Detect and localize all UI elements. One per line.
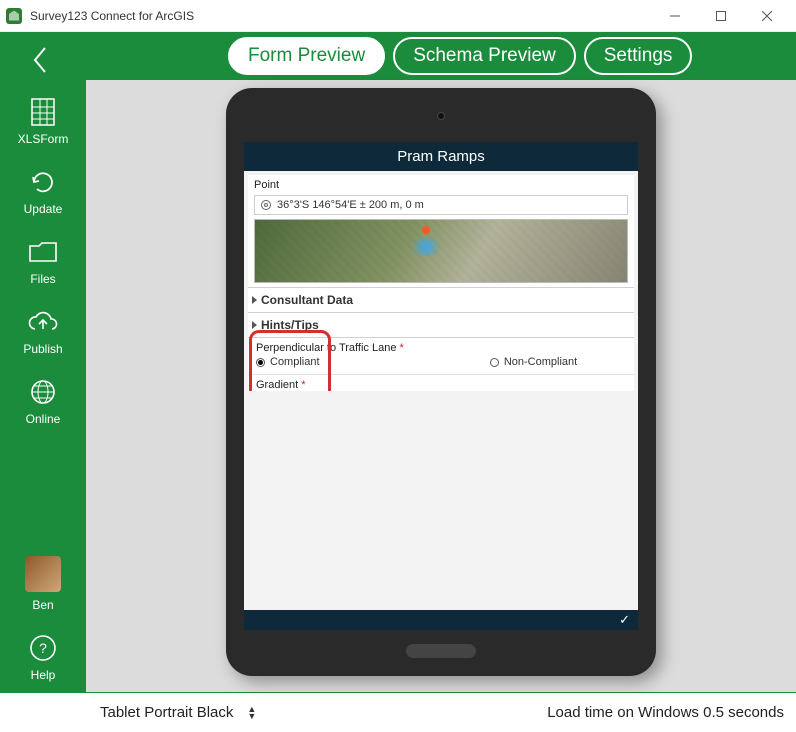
sidebar-item-help[interactable]: ? Help [24, 632, 62, 682]
required-asterisk: * [301, 379, 305, 391]
geopoint-field[interactable]: 36°3'S 146°54'E ± 200 m, 0 m [254, 195, 628, 215]
survey-footer: ✓ [244, 610, 638, 630]
preview-canvas: Pram Ramps Point 36°3'S 146°54'E ± 200 m… [86, 80, 796, 692]
sidebar-label: Help [31, 668, 56, 682]
crosshair-icon [261, 200, 271, 210]
coordinates-text: 36°3'S 146°54'E ± 200 m, 0 m [277, 199, 424, 211]
field-label: Gradient [256, 379, 298, 391]
app-logo-icon [6, 8, 22, 24]
refresh-icon [24, 166, 62, 198]
device-preset-label: Tablet Portrait Black [100, 704, 233, 721]
survey-title: Pram Ramps [244, 142, 638, 171]
spreadsheet-icon [24, 96, 62, 128]
radio-icon [490, 358, 499, 367]
tablet-camera-icon [437, 112, 445, 120]
sidebar-item-user[interactable]: Ben [25, 556, 61, 612]
group-hints-tips[interactable]: Hints/Tips [248, 313, 634, 338]
globe-icon [24, 376, 62, 408]
group-consultant-data[interactable]: Consultant Data [248, 288, 634, 313]
option-non-compliant[interactable]: Non-Compliant [441, 356, 626, 368]
folder-icon [24, 236, 62, 268]
sidebar: XLSForm Update Files Publish Online [0, 80, 86, 692]
sidebar-item-update[interactable]: Update [24, 166, 63, 216]
accuracy-halo-icon [408, 238, 444, 256]
sidebar-label: Publish [23, 342, 62, 356]
question-gradient: Gradient * Compliant Flat Steep [248, 375, 634, 391]
map-preview[interactable] [254, 219, 628, 283]
help-icon: ? [24, 632, 62, 664]
sidebar-item-online[interactable]: Online [24, 376, 62, 426]
point-label: Point [254, 179, 628, 191]
required-asterisk: * [400, 342, 404, 354]
sidebar-item-files[interactable]: Files [24, 236, 62, 286]
tablet-screen: Pram Ramps Point 36°3'S 146°54'E ± 200 m… [244, 142, 638, 630]
tab-settings[interactable]: Settings [584, 37, 693, 75]
user-avatar [25, 556, 61, 592]
map-pin-icon [422, 226, 430, 234]
device-preset-selector[interactable]: Tablet Portrait Black ▲▼ [100, 704, 256, 721]
field-label: Perpendicular to Traffic Lane [256, 342, 396, 354]
window-maximize-button[interactable] [698, 1, 744, 31]
window-title: Survey123 Connect for ArcGIS [30, 9, 652, 23]
status-bar: Tablet Portrait Black ▲▼ Load time on Wi… [0, 692, 796, 732]
load-time-text: Load time on Windows 0.5 seconds [547, 704, 784, 721]
chevron-right-icon [252, 321, 257, 329]
group-label: Consultant Data [261, 293, 353, 307]
radio-selected-icon [256, 358, 265, 367]
sidebar-label: Ben [32, 598, 53, 612]
window-minimize-button[interactable] [652, 1, 698, 31]
cloud-upload-icon [24, 306, 62, 338]
sidebar-label: Files [30, 272, 55, 286]
chevron-right-icon [252, 296, 257, 304]
sidebar-label: XLSForm [18, 132, 69, 146]
tab-form-preview[interactable]: Form Preview [228, 37, 385, 75]
sidebar-label: Online [26, 412, 61, 426]
tab-bar: Form Preview Schema Preview Settings [0, 32, 796, 80]
tablet-home-button[interactable] [406, 644, 476, 658]
question-perpendicular: Perpendicular to Traffic Lane * Complian… [248, 338, 634, 375]
sidebar-item-xlsform[interactable]: XLSForm [18, 96, 69, 146]
svg-text:?: ? [39, 640, 47, 656]
stepper-icon: ▲▼ [247, 706, 256, 720]
sidebar-label: Update [24, 202, 63, 216]
window-titlebar: Survey123 Connect for ArcGIS [0, 0, 796, 32]
group-label: Hints/Tips [261, 318, 319, 332]
sidebar-item-publish[interactable]: Publish [23, 306, 62, 356]
submit-check-icon[interactable]: ✓ [619, 612, 630, 628]
tab-schema-preview[interactable]: Schema Preview [393, 37, 576, 75]
option-compliant[interactable]: Compliant [256, 356, 441, 368]
window-close-button[interactable] [744, 1, 790, 31]
back-button[interactable] [20, 40, 60, 80]
tablet-frame: Pram Ramps Point 36°3'S 146°54'E ± 200 m… [226, 88, 656, 676]
